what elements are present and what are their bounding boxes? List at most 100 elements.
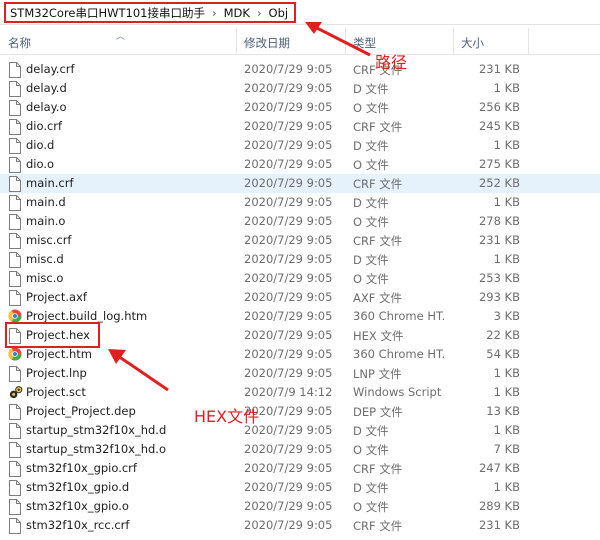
file-name: main.crf [26, 176, 74, 190]
file-row[interactable]: stm32f10x_gpio.crf 2020/7/29 9:05 CRF 文件 24… [0, 459, 600, 478]
file-row[interactable]: delay.o 2020/7/29 9:05 O 文件 256 KB [0, 98, 600, 117]
file-type: O 文件 [353, 101, 389, 115]
file-name: misc.d [26, 252, 64, 266]
file-row[interactable]: main.d 2020/7/29 9:05 D 文件 1 KB [0, 193, 600, 212]
file-row[interactable]: stm32f10x_gpio.d 2020/7/29 9:05 D 文件 1 KB [0, 478, 600, 497]
file-row[interactable]: dio.crf 2020/7/29 9:05 CRF 文件 245 KB [0, 117, 600, 136]
file-icon [8, 176, 22, 192]
file-date: 2020/7/29 9:05 [244, 233, 333, 247]
column-header-type[interactable]: 类型 [353, 35, 376, 51]
file-row[interactable]: stm32f10x_gpio.o 2020/7/29 9:05 O 文件 289 KB [0, 497, 600, 516]
file-row[interactable]: Project.axf 2020/7/29 9:05 AXF 文件 293 KB [0, 288, 600, 307]
file-date: 2020/7/29 9:05 [244, 195, 333, 209]
file-type: O 文件 [353, 500, 389, 514]
file-row[interactable]: Project.lnp 2020/7/29 9:05 LNP 文件 1 KB [0, 364, 600, 383]
file-type: 360 Chrome HT... [353, 347, 445, 361]
file-row[interactable]: main.crf 2020/7/29 9:05 CRF 文件 252 KB [0, 174, 600, 193]
file-name: startup_stm32f10x_hd.o [26, 442, 166, 456]
column-divider[interactable] [236, 28, 237, 54]
file-type: O 文件 [353, 158, 389, 172]
file-type: CRF 文件 [353, 177, 403, 191]
file-date: 2020/7/29 9:05 [244, 518, 333, 532]
column-header-date[interactable]: 修改日期 [244, 35, 290, 51]
column-divider[interactable] [453, 28, 454, 54]
file-name: Project.htm [26, 347, 93, 361]
file-type: CRF 文件 [353, 462, 403, 476]
file-size: 231 KB [478, 518, 520, 532]
breadcrumb-item-folder[interactable]: STM32Core串口HWT101接串口助手 [10, 5, 205, 21]
file-date: 2020/7/29 9:05 [244, 62, 333, 76]
column-header-size[interactable]: 大小 [461, 35, 484, 51]
file-size: 256 KB [478, 100, 520, 114]
column-divider[interactable] [528, 28, 529, 54]
breadcrumb: STM32Core串口HWT101接串口助手 › MDK › Obj [4, 2, 297, 23]
file-name: main.o [26, 214, 66, 228]
file-name: stm32f10x_gpio.o [26, 499, 129, 513]
file-icon [8, 157, 22, 173]
file-row[interactable]: stm32f10x_rcc.crf 2020/7/29 9:05 CRF 文件 231… [0, 516, 600, 535]
file-size: 252 KB [478, 176, 520, 190]
file-size: 54 KB [486, 347, 520, 361]
file-name: main.d [26, 195, 66, 209]
file-size: 1 KB [493, 366, 520, 380]
column-header-name[interactable]: 名称 [8, 35, 31, 51]
file-date: 2020/7/29 9:05 [244, 271, 333, 285]
file-type: D 文件 [353, 424, 389, 438]
column-divider[interactable] [345, 28, 346, 54]
file-icon [8, 233, 22, 249]
file-row[interactable]: Project_Project.dep 2020/7/29 9:05 DEP 文件 1… [0, 402, 600, 421]
file-row[interactable]: startup_stm32f10x_hd.d 2020/7/29 9:05 D 文件… [0, 421, 600, 440]
file-icon [8, 480, 22, 496]
file-name: stm32f10x_gpio.d [26, 480, 130, 494]
file-icon [8, 461, 22, 477]
file-type: D 文件 [353, 196, 389, 210]
file-name: delay.d [26, 81, 67, 95]
file-type: LNP 文件 [353, 367, 402, 381]
file-size: 1 KB [493, 195, 520, 209]
file-icon [8, 119, 22, 135]
file-size: 22 KB [486, 328, 520, 342]
hex-annotation: HEX文件 [194, 407, 260, 426]
file-date: 2020/7/29 9:05 [244, 252, 333, 266]
file-row[interactable]: dio.d 2020/7/29 9:05 D 文件 1 KB [0, 136, 600, 155]
file-date: 2020/7/29 9:05 [244, 100, 333, 114]
address-bar[interactable]: STM32Core串口HWT101接串口助手 › MDK › Obj [0, 0, 600, 25]
file-date: 2020/7/29 9:05 [244, 366, 333, 380]
file-date: 2020/7/29 9:05 [244, 81, 333, 95]
file-icon [8, 81, 22, 97]
file-name: Project.sct [26, 385, 86, 399]
file-row[interactable]: main.o 2020/7/29 9:05 O 文件 278 KB [0, 212, 600, 231]
file-date: 2020/7/29 9:05 [244, 176, 333, 190]
file-row[interactable]: Project.sct 2020/7/9 14:12 Windows Script … [0, 383, 600, 402]
file-row[interactable]: startup_stm32f10x_hd.o 2020/7/29 9:05 O 文件… [0, 440, 600, 459]
column-header-bar: ︿ 名称 修改日期 类型 大小 [0, 28, 600, 55]
file-icon [8, 100, 22, 116]
file-date: 2020/7/29 9:05 [244, 461, 333, 475]
file-size: 3 KB [493, 309, 520, 323]
breadcrumb-separator: › [256, 5, 262, 20]
file-date: 2020/7/9 14:12 [244, 385, 333, 399]
file-name: Project.lnp [26, 366, 87, 380]
file-name: stm32f10x_gpio.crf [26, 461, 137, 475]
file-name: dio.o [26, 157, 55, 171]
file-name: misc.o [26, 271, 64, 285]
file-row[interactable]: misc.crf 2020/7/29 9:05 CRF 文件 231 KB [0, 231, 600, 250]
file-type: O 文件 [353, 272, 389, 286]
file-type: CRF 文件 [353, 120, 403, 134]
file-row[interactable]: delay.crf 2020/7/29 9:05 CRF 文件 231 KB [0, 60, 600, 79]
file-name: delay.o [26, 100, 67, 114]
file-row[interactable]: delay.d 2020/7/29 9:05 D 文件 1 KB [0, 79, 600, 98]
file-size: 1 KB [493, 252, 520, 266]
file-row[interactable]: misc.o 2020/7/29 9:05 O 文件 253 KB [0, 269, 600, 288]
file-name: misc.crf [26, 233, 72, 247]
file-icon [8, 499, 22, 515]
file-type: CRF 文件 [353, 234, 403, 248]
file-date: 2020/7/29 9:05 [244, 347, 333, 361]
breadcrumb-item-obj[interactable]: Obj [269, 6, 289, 20]
file-row[interactable]: misc.d 2020/7/29 9:05 D 文件 1 KB [0, 250, 600, 269]
file-row[interactable]: dio.o 2020/7/29 9:05 O 文件 275 KB [0, 155, 600, 174]
file-name: Project_Project.dep [26, 404, 136, 418]
file-name: dio.crf [26, 119, 63, 133]
breadcrumb-item-mdk[interactable]: MDK [224, 6, 250, 20]
file-date: 2020/7/29 9:05 [244, 290, 333, 304]
